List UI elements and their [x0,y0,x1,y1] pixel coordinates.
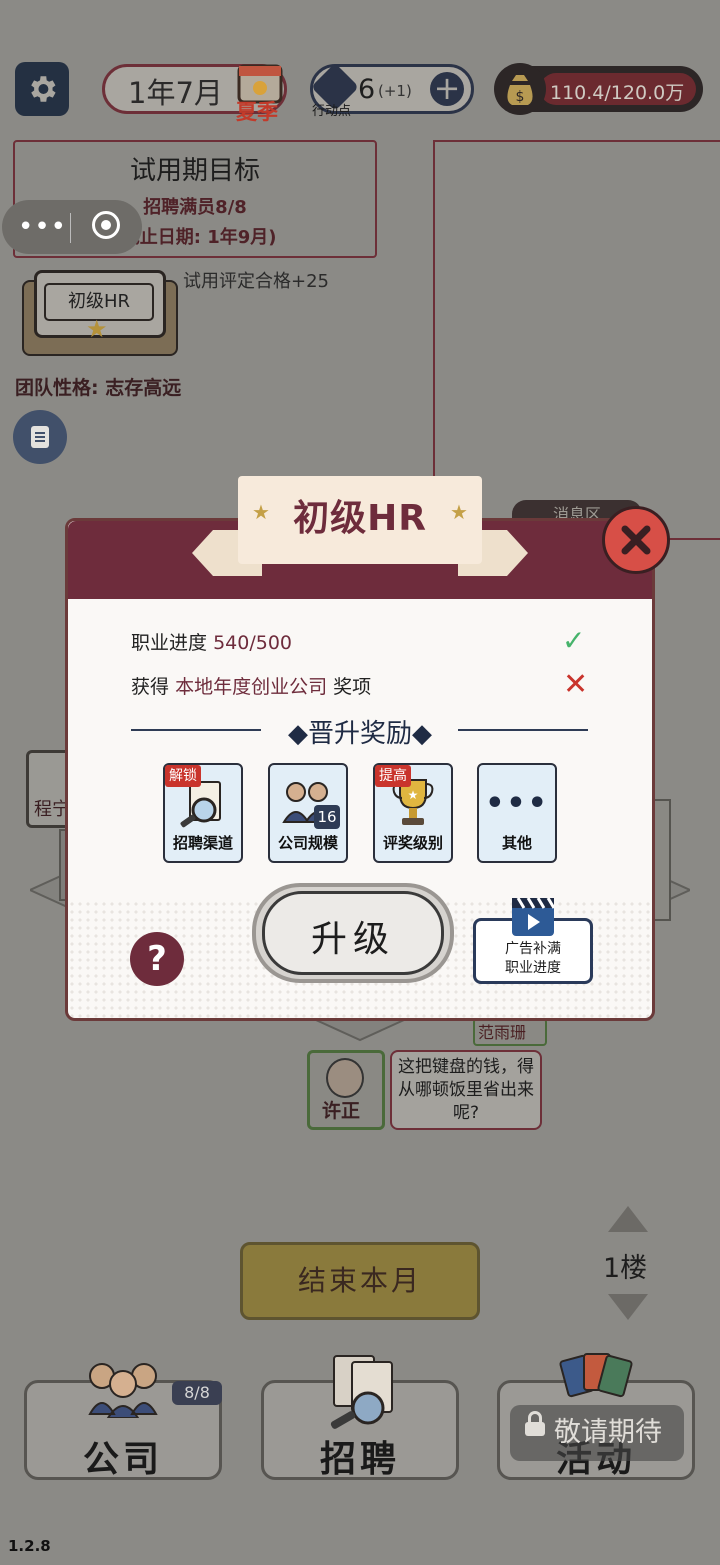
video-clapper-icon [512,897,556,936]
season-label: 夏季 [236,100,278,124]
end-month-button[interactable]: 结束本月 [240,1242,480,1320]
employee-name: 范雨珊 [478,1023,527,1042]
close-icon [621,525,651,555]
money-bag-icon: $ [494,63,546,115]
company-size-badge: 16 [314,805,340,829]
action-points-value: 6 [358,74,376,105]
unlock-tag: 解锁 [165,765,201,787]
watch-ad-line2: 职业进度 [505,960,561,976]
floor-down-button[interactable] [608,1294,648,1320]
team-personality: 团队性格: 志存高远 [15,377,182,399]
company-count-badge: 8/8 [172,1381,222,1405]
requirement-label: 职业进度 [131,632,208,654]
team-icon [88,1363,158,1418]
reward-label: 公司规模 [277,834,338,852]
recruit-icon [330,1355,393,1429]
notes-button[interactable] [13,410,67,464]
settings-button[interactable] [15,62,69,116]
floor-up-button[interactable] [608,1206,648,1232]
more-icon[interactable]: ••• [18,212,67,242]
watch-ad-label: 广告补满 职业进度 [473,940,593,978]
capsule-divider [70,213,71,243]
action-points-bonus: (+1) [378,82,412,100]
tab-recruit-label: 招聘 [319,1439,400,1480]
trial-bonus-text: 试用评定合格+25 [183,271,329,292]
requirement-career-progress: 职业进度 540/500 [131,628,292,655]
documents-magnifier-icon [180,781,221,828]
lock-icon [525,1422,545,1436]
action-points-label: 行动点 [312,104,352,119]
requirement-label: 获得 [131,676,170,698]
upgrade-label: 升级 [310,919,395,960]
svg-text:★: ★ [408,788,419,802]
help-button[interactable]: ? [130,932,184,986]
rewards-section-title: ◆晋升奖励◆ [288,719,432,749]
check-icon: ✓ [562,624,586,657]
requirement-suffix: 奖项 [333,676,372,698]
requirement-award: 获得 本地年度创业公司 奖项 [131,672,371,699]
money-value: 110.4/120.0万 [550,82,685,104]
cards-icon [559,1353,633,1398]
trial-goal-title: 试用期目标 [129,156,260,186]
reward-label: 评奖级别 [382,834,443,852]
requirement-award-name: 本地年度创业公司 [175,676,328,698]
requirement-value: 540/500 [213,632,292,654]
gear-icon [31,76,56,102]
version-label: 1.2.8 [8,1537,51,1555]
avatar [326,1058,364,1098]
divider-left [131,729,261,731]
watch-ad-line1: 广告补满 [505,941,561,957]
reward-label: 其他 [501,834,532,852]
more-icon: ••• [485,786,549,821]
document-icon [31,426,49,448]
reward-label: 招聘渠道 [172,834,233,852]
date-text: 1年7月 [128,76,223,110]
cross-icon: ✕ [563,667,589,702]
close-miniprogram-dot [101,220,111,230]
star-icon: ★ [86,315,108,343]
floor-label: 1楼 [603,1253,648,1284]
dialog-title: 初级HR [293,498,427,539]
svg-text:$: $ [516,89,525,105]
tab-company-label: 公司 [82,1439,163,1480]
speech-bubble-text: 这把键盘的钱，得从哪顿饭里省出来呢? [398,1057,534,1123]
divider-right [458,729,588,731]
upgrade-tag: 提高 [375,765,411,787]
close-button[interactable] [602,506,670,574]
add-action-points-button[interactable]: + [430,72,464,106]
employee-name: 许正 [322,1100,361,1122]
